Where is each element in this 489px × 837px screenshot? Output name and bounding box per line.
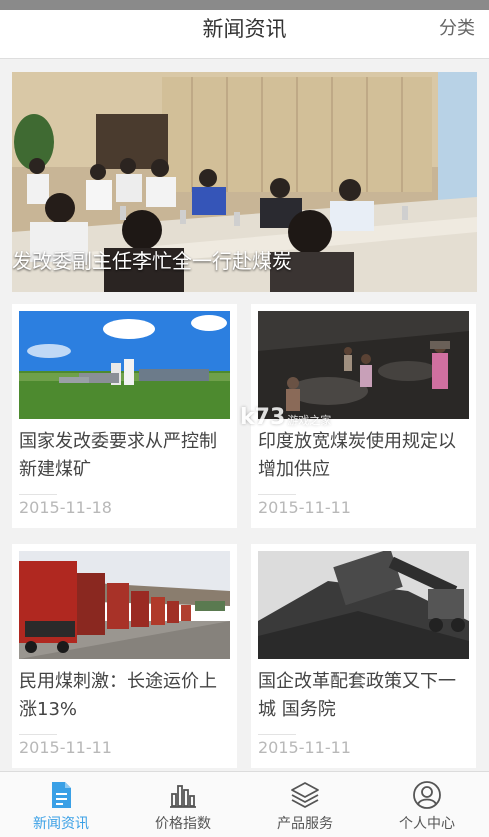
bottom-tab-bar: 新闻资讯 价格指数 产品服务 个人中心 bbox=[0, 771, 489, 837]
app-header: 新闻资讯 分类 bbox=[0, 10, 489, 59]
tab-label: 价格指数 bbox=[155, 816, 211, 832]
tab-profile[interactable]: 个人中心 bbox=[366, 772, 488, 837]
news-date: 2015-11-18 bbox=[19, 498, 112, 517]
layers-icon bbox=[291, 782, 319, 808]
news-thumbnail bbox=[19, 551, 230, 659]
bar-chart-icon bbox=[170, 785, 196, 808]
divider bbox=[258, 734, 296, 735]
divider bbox=[19, 734, 57, 735]
news-date: 2015-11-11 bbox=[19, 738, 112, 757]
news-title: 国企改革配套政策又下一城 国务院 bbox=[258, 671, 456, 720]
document-icon bbox=[52, 782, 71, 808]
tab-label: 产品服务 bbox=[277, 816, 333, 832]
hero-banner[interactable]: 发改委副主任李忙全一行赴煤炭 bbox=[12, 72, 477, 292]
news-thumbnail bbox=[19, 311, 230, 419]
tab-news[interactable]: 新闻资讯 bbox=[0, 772, 122, 837]
news-title: 国家发改委要求从严控制新建煤矿 bbox=[19, 431, 217, 480]
hero-caption: 发改委副主任李忙全一行赴煤炭 bbox=[12, 249, 292, 273]
news-card[interactable]: 国企改革配套政策又下一城 国务院 2015-11-11 bbox=[251, 544, 476, 768]
page-title: 新闻资讯 bbox=[202, 17, 287, 41]
news-title: 民用煤刺激：长途运价上涨13% bbox=[19, 671, 217, 720]
news-thumbnail bbox=[258, 551, 469, 659]
tab-label: 个人中心 bbox=[399, 816, 455, 832]
tab-products[interactable]: 产品服务 bbox=[244, 772, 366, 837]
category-button[interactable]: 分类 bbox=[439, 10, 475, 58]
status-bar bbox=[0, 0, 489, 10]
news-date: 2015-11-11 bbox=[258, 738, 351, 757]
tab-label: 新闻资讯 bbox=[33, 816, 89, 832]
news-card[interactable]: 民用煤刺激：长途运价上涨13% 2015-11-11 bbox=[12, 544, 237, 768]
watermark-logo: k73 游戏之家 bbox=[240, 405, 332, 430]
news-title: 印度放宽煤炭使用规定以增加供应 bbox=[258, 431, 456, 480]
user-icon bbox=[413, 781, 441, 809]
divider bbox=[258, 494, 296, 495]
divider bbox=[19, 494, 57, 495]
news-card[interactable]: 国家发改委要求从严控制新建煤矿 2015-11-18 bbox=[12, 304, 237, 528]
tab-price-index[interactable]: 价格指数 bbox=[122, 772, 244, 837]
news-date: 2015-11-11 bbox=[258, 498, 351, 517]
news-thumbnail bbox=[258, 311, 469, 419]
